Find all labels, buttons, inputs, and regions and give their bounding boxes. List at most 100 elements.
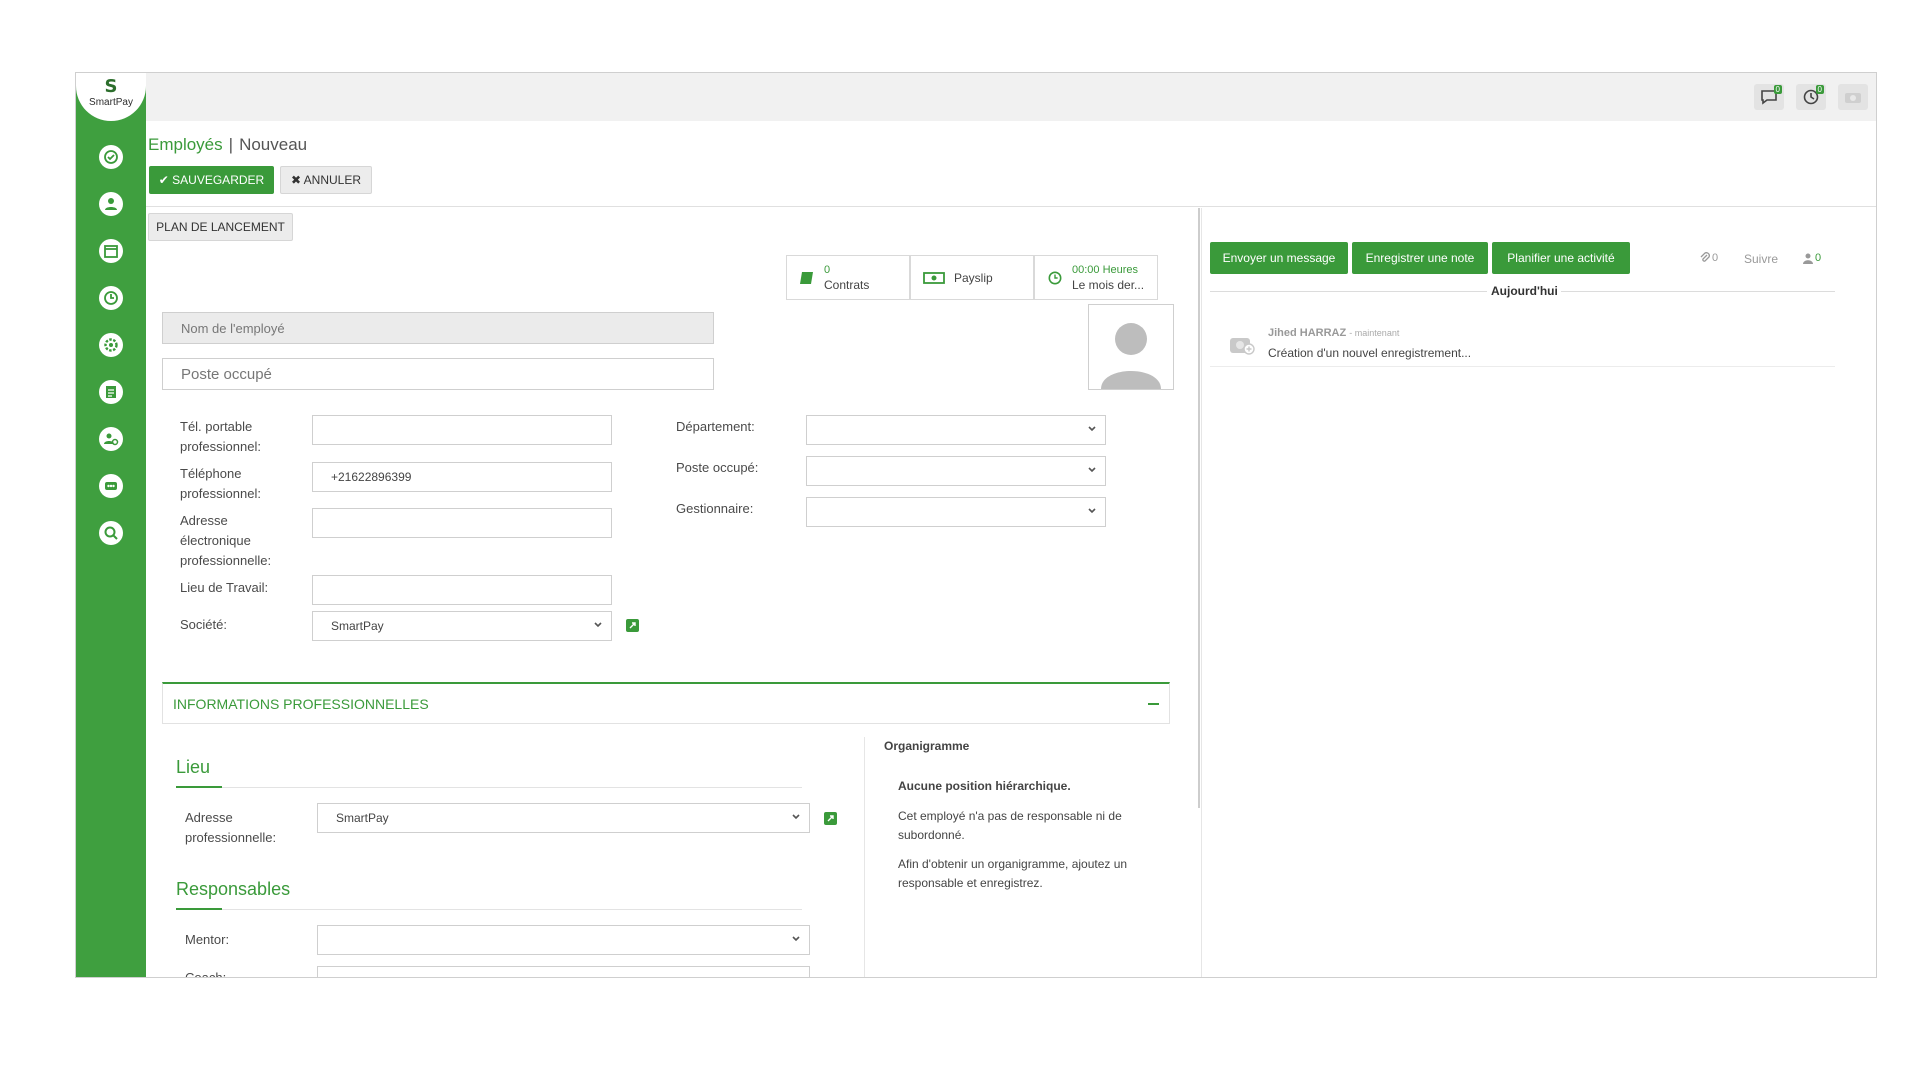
contracts-label: Contrats xyxy=(824,277,870,292)
sidebar-item-dashboard[interactable] xyxy=(76,133,146,180)
log-note-button[interactable]: Enregistrer une note xyxy=(1352,242,1488,274)
company-select[interactable]: SmartPay xyxy=(312,611,612,641)
work-email-input[interactable] xyxy=(312,508,612,538)
message-author[interactable]: Jihed HARRAZ xyxy=(1268,327,1346,339)
paperclip-icon xyxy=(1700,252,1710,262)
sidebar-item-employees[interactable] xyxy=(76,180,146,227)
email-label-line3: professionnelle: xyxy=(180,553,272,568)
org-divider xyxy=(864,737,865,977)
org-text-line4: responsable et enregistrez. xyxy=(898,876,1043,890)
sidebar-item-user-settings[interactable] xyxy=(76,415,146,462)
chevron-down-icon xyxy=(1088,508,1096,514)
email-label: Adresse électronique professionnelle: xyxy=(180,511,271,571)
settings-gear-icon xyxy=(104,337,118,352)
employees-icon xyxy=(105,197,117,210)
department-label: Département: xyxy=(676,419,755,434)
sidebar-item-settings[interactable] xyxy=(76,321,146,368)
mentor-select[interactable] xyxy=(317,925,810,955)
chevron-down-icon xyxy=(1088,426,1096,432)
workplace-input[interactable] xyxy=(312,575,612,605)
coach-label-partial: Coach: xyxy=(185,970,227,978)
user-avatar-button[interactable] xyxy=(1838,84,1868,110)
message-header: Jihed HARRAZ - maintenant xyxy=(1268,324,1399,343)
chevron-down-icon xyxy=(792,936,800,942)
work-address-value: SmartPay xyxy=(336,811,389,825)
sidebar-item-training[interactable] xyxy=(76,462,146,509)
attachments-count: 0 xyxy=(1712,252,1719,264)
contracts-stat-button[interactable]: 0 Contrats xyxy=(786,255,910,300)
logo-text: SmartPay xyxy=(89,97,133,108)
org-chart-title: Organigramme xyxy=(884,739,970,753)
address-label: Adresse professionnelle: xyxy=(185,808,276,848)
cancel-button[interactable]: ✖ ANNULER xyxy=(280,166,372,194)
manager-label: Gestionnaire: xyxy=(676,501,754,516)
chatter-border xyxy=(1201,208,1202,977)
sidebar-item-calendar[interactable] xyxy=(76,227,146,274)
sidebar-item-documents[interactable] xyxy=(76,368,146,415)
today-divider-right xyxy=(1561,291,1835,292)
breadcrumb-current: Nouveau xyxy=(239,135,308,154)
mobile-phone-input[interactable] xyxy=(312,415,612,445)
external-link-icon[interactable] xyxy=(626,619,639,632)
collapse-icon[interactable] xyxy=(1148,703,1159,705)
followers-button[interactable]: 0 xyxy=(1803,252,1821,264)
manager-select[interactable] xyxy=(806,497,1106,527)
payslip-stat-button[interactable]: Payslip xyxy=(910,255,1034,300)
department-select[interactable] xyxy=(806,415,1106,445)
sidebar-item-config[interactable] xyxy=(76,509,146,556)
address-label-line2: professionnelle: xyxy=(185,830,277,845)
messages-button[interactable]: 0 xyxy=(1754,84,1784,110)
schedule-activity-button[interactable]: Planifier une activité xyxy=(1492,242,1630,274)
activities-button[interactable]: 0 xyxy=(1796,84,1826,110)
payslip-label: Payslip xyxy=(954,270,993,285)
save-button[interactable]: ✔ SAUVEGARDER xyxy=(149,166,274,194)
lieu-heading: Lieu xyxy=(176,757,211,777)
position-select[interactable] xyxy=(806,456,1106,486)
attachments-button[interactable]: 0 xyxy=(1700,252,1718,264)
position-label: Poste occupé: xyxy=(676,460,759,475)
lieu-underline xyxy=(176,786,222,788)
org-empty-title: Aucune position hiérarchique. xyxy=(898,779,1071,793)
message-body: Création d'un nouvel enregistrement... xyxy=(1268,346,1472,360)
coach-select-partial[interactable] xyxy=(317,966,810,977)
work-address-select[interactable]: SmartPay xyxy=(317,803,810,833)
message-divider xyxy=(1210,366,1835,367)
chevron-down-icon xyxy=(594,622,602,628)
launch-plan-button[interactable]: PLAN DE LANCEMENT xyxy=(148,213,293,241)
send-message-button[interactable]: Envoyer un message xyxy=(1210,242,1348,274)
arrow-out-icon xyxy=(827,815,834,822)
pro-info-section-header[interactable]: INFORMATIONS PROFESSIONNELLES xyxy=(162,682,1170,724)
clock-icon xyxy=(104,290,118,305)
messages-badge: 0 xyxy=(1773,85,1782,94)
camera-icon xyxy=(1845,93,1861,103)
mobile-label-line2: professionnel: xyxy=(180,439,261,454)
company-select-value: SmartPay xyxy=(331,619,384,633)
email-label-line2: électronique xyxy=(180,533,251,548)
follow-button[interactable]: Suivre xyxy=(1744,252,1778,266)
sidebar: S SmartPay xyxy=(76,73,146,977)
responsables-divider xyxy=(176,909,802,910)
hours-stat-button[interactable]: 00:00 Heures Le mois der... xyxy=(1034,255,1158,300)
followers-count: 0 xyxy=(1815,252,1822,264)
employee-photo[interactable] xyxy=(1088,304,1174,390)
responsables-underline xyxy=(176,908,222,910)
org-text-line2: subordonné. xyxy=(898,828,965,842)
address-external-link-icon[interactable] xyxy=(824,812,837,825)
chevron-down-icon xyxy=(792,814,800,820)
work-phone-input[interactable]: +21622896399 xyxy=(312,462,612,492)
hours-period: Le mois der... xyxy=(1072,277,1145,292)
sidebar-item-time[interactable] xyxy=(76,274,146,321)
phone-label-line1: Téléphone xyxy=(180,466,242,481)
employee-name-input[interactable]: Nom de l'employé xyxy=(162,312,714,344)
employee-job-input[interactable]: Poste occupé xyxy=(162,358,714,390)
today-divider-left xyxy=(1210,291,1487,292)
hours-value: 00:00 Heures xyxy=(1072,263,1139,276)
author-avatar-icon xyxy=(1230,338,1255,355)
smartpay-logo[interactable]: S SmartPay xyxy=(76,73,146,121)
activities-badge: 0 xyxy=(1815,85,1824,94)
document-icon xyxy=(106,385,116,398)
breadcrumb-employees-link[interactable]: Employés xyxy=(148,135,223,154)
org-text-line3: Afin d'obtenir un organigramme, ajoutez … xyxy=(898,857,1128,871)
hours-stat: 00:00 Heures Le mois der... xyxy=(1072,263,1144,293)
avatar-placeholder-icon xyxy=(1101,323,1161,389)
